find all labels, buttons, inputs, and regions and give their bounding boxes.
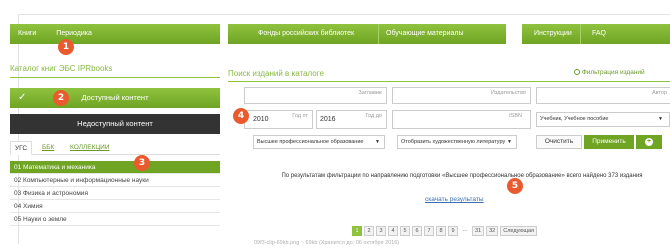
nav-item-instructions[interactable]: Инструкции bbox=[534, 24, 572, 44]
publisher-field[interactable]: Издательство bbox=[392, 87, 531, 104]
page-link[interactable]: 31 bbox=[472, 226, 485, 236]
fiction-select[interactable]: Отобразить художественную литературу ▼ bbox=[397, 135, 517, 149]
available-content-label: Доступный контент bbox=[81, 93, 149, 102]
filter-link[interactable]: Фильтрация изданий bbox=[574, 69, 645, 76]
annotation-marker: 5 bbox=[507, 178, 523, 194]
nav-item-faq[interactable]: FAQ bbox=[592, 24, 606, 44]
tab-bbk[interactable]: ББК bbox=[42, 141, 54, 155]
page-link[interactable]: 32 bbox=[486, 226, 499, 236]
isbn-field-label: ISBN bbox=[509, 113, 522, 119]
nav-item-libraries[interactable]: Фонды российских библиотек bbox=[258, 24, 354, 44]
result-text: По результатам фильтрации по направлению… bbox=[281, 173, 643, 179]
topnav-left: Книги Периодика bbox=[10, 24, 220, 44]
annotation-marker: 2 bbox=[53, 90, 69, 106]
subject-list: 01 Математика и механика 02 Компьютерные… bbox=[10, 161, 220, 226]
page-link[interactable]: 6 bbox=[412, 226, 422, 236]
year-to-value: 2016 bbox=[320, 116, 336, 123]
nav-separator bbox=[580, 24, 581, 44]
tab-collections[interactable]: КОЛЛЕКЦИИ bbox=[70, 141, 110, 155]
page-link[interactable]: 1 bbox=[352, 226, 362, 236]
nav-item-learning-materials[interactable]: Обучающие материалы bbox=[386, 24, 463, 44]
list-item[interactable]: 01 Математика и механика bbox=[10, 161, 220, 174]
year-to-label: Год до bbox=[365, 113, 382, 119]
page-link[interactable]: 4 bbox=[388, 226, 398, 236]
author-field-label: Автор bbox=[651, 90, 667, 96]
unavailable-content-label: Недоступный контент bbox=[77, 119, 153, 128]
page-link[interactable]: 5 bbox=[400, 226, 410, 236]
year-from-label: Год от bbox=[292, 113, 308, 119]
image-caption: 09f3-clip-69kb.png ~ 69kb (Хранится до: … bbox=[254, 240, 400, 246]
list-item[interactable]: 05 Науки о земле bbox=[10, 213, 220, 226]
add-filter-button[interactable]: + bbox=[636, 135, 662, 149]
catalog-divider bbox=[10, 77, 220, 78]
plus-icon: + bbox=[645, 138, 653, 146]
nav-separator bbox=[378, 24, 379, 44]
checkmark-icon: ✓ bbox=[18, 92, 27, 103]
title-field-label: Заглавие bbox=[358, 90, 382, 96]
publication-type-value: Учебник, Учебное пособие bbox=[540, 116, 609, 122]
isbn-field[interactable]: ISBN bbox=[392, 110, 531, 129]
year-from-field[interactable]: Год от 2010 bbox=[244, 110, 313, 129]
sidebar-tabs: УГС ББК КОЛЛЕКЦИИ bbox=[10, 141, 220, 155]
available-content-button[interactable]: ✓ Доступный контент bbox=[10, 88, 220, 108]
clear-button[interactable]: Очистить bbox=[536, 135, 582, 149]
filter-link-label: Фильтрация изданий bbox=[581, 69, 645, 76]
filter-circle-icon bbox=[574, 69, 580, 75]
tab-ugs[interactable]: УГС bbox=[10, 141, 32, 155]
next-page-button[interactable]: Следующая bbox=[500, 226, 538, 236]
annotation-marker: 1 bbox=[58, 39, 74, 55]
page-link[interactable]: 9 bbox=[448, 226, 458, 236]
publication-type-select[interactable]: Учебник, Учебное пособие ▼ bbox=[536, 112, 670, 127]
year-to-field[interactable]: Год до 2016 bbox=[316, 110, 387, 129]
catalog-title: Каталог книг ЭБС IPRbooks bbox=[10, 64, 113, 73]
page-ellipsis: ... bbox=[462, 227, 468, 233]
annotation-marker: 4 bbox=[233, 108, 249, 124]
nav-gap bbox=[506, 24, 522, 44]
chevron-down-icon: ▼ bbox=[375, 139, 380, 145]
fiction-value: Отобразить художественную литературу bbox=[401, 139, 506, 145]
page-link[interactable]: 3 bbox=[376, 226, 386, 236]
chevron-down-icon: ▼ bbox=[658, 116, 663, 122]
publisher-field-label: Издательство bbox=[490, 90, 526, 96]
page-link[interactable]: 8 bbox=[436, 226, 446, 236]
page-link[interactable]: 2 bbox=[364, 226, 374, 236]
unavailable-content-button[interactable]: Недоступный контент bbox=[10, 114, 220, 134]
search-title: Поиск изданий в каталоге bbox=[228, 69, 324, 78]
nav-item-books[interactable]: Книги bbox=[18, 30, 36, 37]
apply-button[interactable]: Применить bbox=[584, 135, 634, 149]
download-results-link[interactable]: скачать результаты bbox=[425, 196, 484, 203]
list-item[interactable]: 02 Компьютерные и информационные науки bbox=[10, 174, 220, 187]
list-item[interactable]: 04 Химия bbox=[10, 200, 220, 213]
annotation-marker: 3 bbox=[134, 155, 150, 171]
list-item[interactable]: 03 Физика и астрономия bbox=[10, 187, 220, 200]
chevron-down-icon: ▼ bbox=[507, 139, 512, 145]
topnav-right: Фонды российских библиотек Обучающие мат… bbox=[228, 24, 670, 44]
year-from-value: 2010 bbox=[253, 116, 269, 123]
pagination: 1 2 3 4 5 6 7 8 9 ... 31 32 Следующая bbox=[352, 226, 538, 236]
page-link[interactable]: 7 bbox=[424, 226, 434, 236]
education-level-select[interactable]: Высшее профессиональное образование ▼ bbox=[253, 135, 385, 149]
education-level-value: Высшее профессиональное образование bbox=[257, 139, 364, 145]
search-divider bbox=[228, 81, 670, 82]
title-field[interactable]: Заглавие bbox=[244, 87, 387, 104]
author-field[interactable]: Автор bbox=[536, 87, 670, 104]
nav-item-periodicals[interactable]: Периодика bbox=[56, 30, 92, 37]
